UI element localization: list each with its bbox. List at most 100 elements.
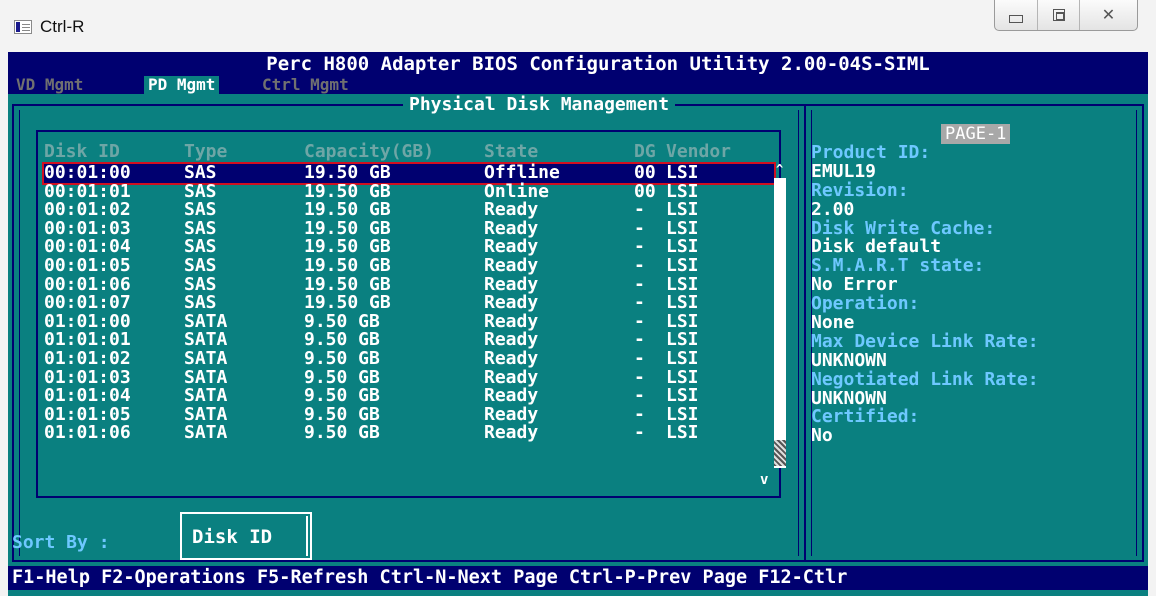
disk-cell-capacity: 9.50 GB xyxy=(304,385,380,407)
tab-pd-mgmt[interactable]: PD Mgmt xyxy=(144,76,220,94)
disk-row[interactable]: 01:01:02 SATA 9.50 GB Ready - LSI xyxy=(44,347,774,369)
product-id-value: EMUL19 xyxy=(811,160,877,182)
disk-row[interactable]: 00:01:05 SAS 19.50 GB Ready - LSI xyxy=(44,254,774,276)
close-button[interactable]: ✕ xyxy=(1079,0,1137,30)
close-icon: ✕ xyxy=(1101,5,1116,24)
disk-cell-vendor: LSI xyxy=(666,254,699,276)
disk-cell-capacity: 19.50 GB xyxy=(304,254,391,276)
window-controls: ✕ xyxy=(994,0,1138,31)
disk-cell-state: Ready xyxy=(484,422,539,444)
column-capacity: Capacity(GB) xyxy=(304,141,435,162)
column-type: Type xyxy=(184,141,228,162)
console-app-icon xyxy=(14,20,32,34)
disk-cell-vendor: LSI xyxy=(666,199,699,221)
window-titlebar: Ctrl-R ✕ xyxy=(0,0,1156,52)
disk-cell-state: Ready xyxy=(484,254,539,276)
disk-row[interactable]: 01:01:05 SATA 9.50 GB Ready - LSI xyxy=(44,405,774,425)
disk-cell-type: SAS xyxy=(184,254,217,276)
revision-value: 2.00 xyxy=(811,198,855,220)
window-title: Ctrl-R xyxy=(40,17,85,36)
disk-cell-disk-id: 00:01:05 xyxy=(44,254,131,276)
disk-cell-type: SAS xyxy=(184,162,217,183)
disk-row[interactable]: 01:01:00 SATA 9.50 GB Ready - LSI xyxy=(44,312,774,332)
disk-cell-disk-id: 00:01:00 xyxy=(44,162,131,183)
disk-cell-vendor: LSI xyxy=(666,347,699,369)
minimize-button[interactable] xyxy=(995,0,1037,30)
disk-cell-dg: - xyxy=(634,199,645,221)
sort-by-label: Sort By : xyxy=(12,532,110,553)
key-help-text: F1-Help F2-Operations F5-Refresh Ctrl-N-… xyxy=(12,567,848,588)
column-dg: DG xyxy=(634,141,656,162)
scroll-down-arrow[interactable]: v xyxy=(760,472,768,488)
disk-cell-dg: - xyxy=(634,422,645,444)
disk-row[interactable]: 01:01:01 SATA 9.50 GB Ready - LSI xyxy=(44,331,774,350)
tab-ctrl-mgmt[interactable]: Ctrl Mgmt xyxy=(258,76,353,94)
disk-cell-vendor: LSI xyxy=(666,292,699,314)
disk-cell-capacity: 9.50 GB xyxy=(304,422,380,444)
key-help-footer: F1-Help F2-Operations F5-Refresh Ctrl-N-… xyxy=(8,566,1148,590)
disk-cell-type: SAS xyxy=(184,292,217,314)
column-disk-id: Disk ID xyxy=(44,141,120,162)
disk-row[interactable]: 01:01:03 SATA 9.50 GB Ready - LSI xyxy=(44,368,774,388)
disk-cell-dg: - xyxy=(634,347,645,369)
bios-tab-bar: VD Mgmt PD Mgmt Ctrl Mgmt xyxy=(8,76,1148,94)
sort-by-value[interactable]: Disk ID xyxy=(192,526,272,548)
scroll-up-arrow[interactable]: ^ xyxy=(776,162,783,176)
disk-list-scrollbar[interactable] xyxy=(774,178,786,468)
disk-cell-type: SATA xyxy=(184,385,228,407)
disk-row[interactable]: 00:01:04 SAS 19.50 GB Ready - LSI xyxy=(44,238,774,257)
column-state: State xyxy=(484,141,539,162)
disk-row[interactable]: 00:01:07 SAS 19.50 GB Ready - LSI xyxy=(44,294,774,313)
disk-cell-capacity: 19.50 GB xyxy=(304,199,391,221)
disk-row[interactable]: 01:01:04 SATA 9.50 GB Ready - LSI xyxy=(44,387,774,406)
disk-cell-type: SAS xyxy=(184,199,217,221)
disk-cell-state: Ready xyxy=(484,199,539,221)
disk-row[interactable]: 00:01:01 SAS 19.50 GB Online 00 LSI xyxy=(44,182,774,202)
certified-value: No xyxy=(811,425,833,447)
disk-cell-type: SATA xyxy=(184,347,228,369)
disk-cell-capacity: 19.50 GB xyxy=(304,162,391,183)
disk-list: 00:01:00 SAS 19.50 GB Offline 00 LSI 00:01:01 S… xyxy=(42,162,776,443)
page-indicator: PAGE-1 xyxy=(941,124,1011,144)
disk-cell-dg: 00 xyxy=(634,162,656,183)
disk-row[interactable]: 01:01:06 SATA 9.50 GB Ready - LSI xyxy=(44,424,774,443)
panel-title: Physical Disk Management xyxy=(403,95,676,115)
disk-cell-dg: - xyxy=(634,385,645,407)
disk-cell-vendor: LSI xyxy=(666,162,699,183)
disk-cell-dg: - xyxy=(634,254,645,276)
disk-row[interactable]: 00:01:02 SAS 19.50 GB Ready - LSI xyxy=(44,201,774,220)
disk-cell-disk-id: 00:01:02 xyxy=(44,199,131,221)
maximize-icon xyxy=(1052,9,1065,21)
maximize-button[interactable] xyxy=(1037,0,1079,30)
disk-cell-disk-id: 01:01:04 xyxy=(44,385,131,407)
disk-cell-capacity: 9.50 GB xyxy=(304,347,380,369)
certified-label: Certified: xyxy=(811,406,920,428)
max-link-rate-value: UNKNOWN xyxy=(811,349,887,371)
disk-cell-vendor: LSI xyxy=(666,385,699,407)
disk-cell-disk-id: 01:01:06 xyxy=(44,422,131,444)
disk-cell-state: Ready xyxy=(484,385,539,407)
disk-row[interactable]: 00:01:03 SAS 19.50 GB Ready - LSI xyxy=(44,219,774,239)
disk-cell-state: Ready xyxy=(484,292,539,314)
disk-cell-type: SATA xyxy=(184,422,228,444)
disk-cell-capacity: 19.50 GB xyxy=(304,292,391,314)
bios-header: Perc H800 Adapter BIOS Configuration Uti… xyxy=(8,52,1148,76)
minimize-icon xyxy=(1009,15,1023,23)
bios-console: Perc H800 Adapter BIOS Configuration Uti… xyxy=(8,52,1148,596)
disk-cell-disk-id: 01:01:02 xyxy=(44,347,131,369)
disk-row[interactable]: 00:01:00 SAS 19.50 GB Offline 00 LSI xyxy=(42,162,776,185)
disk-cell-state: Offline xyxy=(484,162,560,183)
revision-label: Revision: xyxy=(811,179,909,201)
disk-row[interactable]: 00:01:06 SAS 19.50 GB Ready - LSI xyxy=(44,275,774,295)
scrollbar-thumb[interactable] xyxy=(774,440,786,466)
disk-cell-vendor: LSI xyxy=(666,422,699,444)
column-vendor: Vendor xyxy=(666,141,732,162)
tab-vd-mgmt[interactable]: VD Mgmt xyxy=(12,76,87,94)
bios-header-text: Perc H800 Adapter BIOS Configuration Uti… xyxy=(266,53,930,75)
disk-cell-disk-id: 00:01:07 xyxy=(44,292,131,314)
operation-label: Operation: xyxy=(811,293,920,315)
disk-info-panel: Product ID: EMUL19 Revision: 2.00 Disk W… xyxy=(811,143,1141,447)
negotiated-link-rate-label: Negotiated Link Rate: xyxy=(811,368,1039,390)
disk-cell-state: Ready xyxy=(484,347,539,369)
disk-cell-dg: - xyxy=(634,292,645,314)
